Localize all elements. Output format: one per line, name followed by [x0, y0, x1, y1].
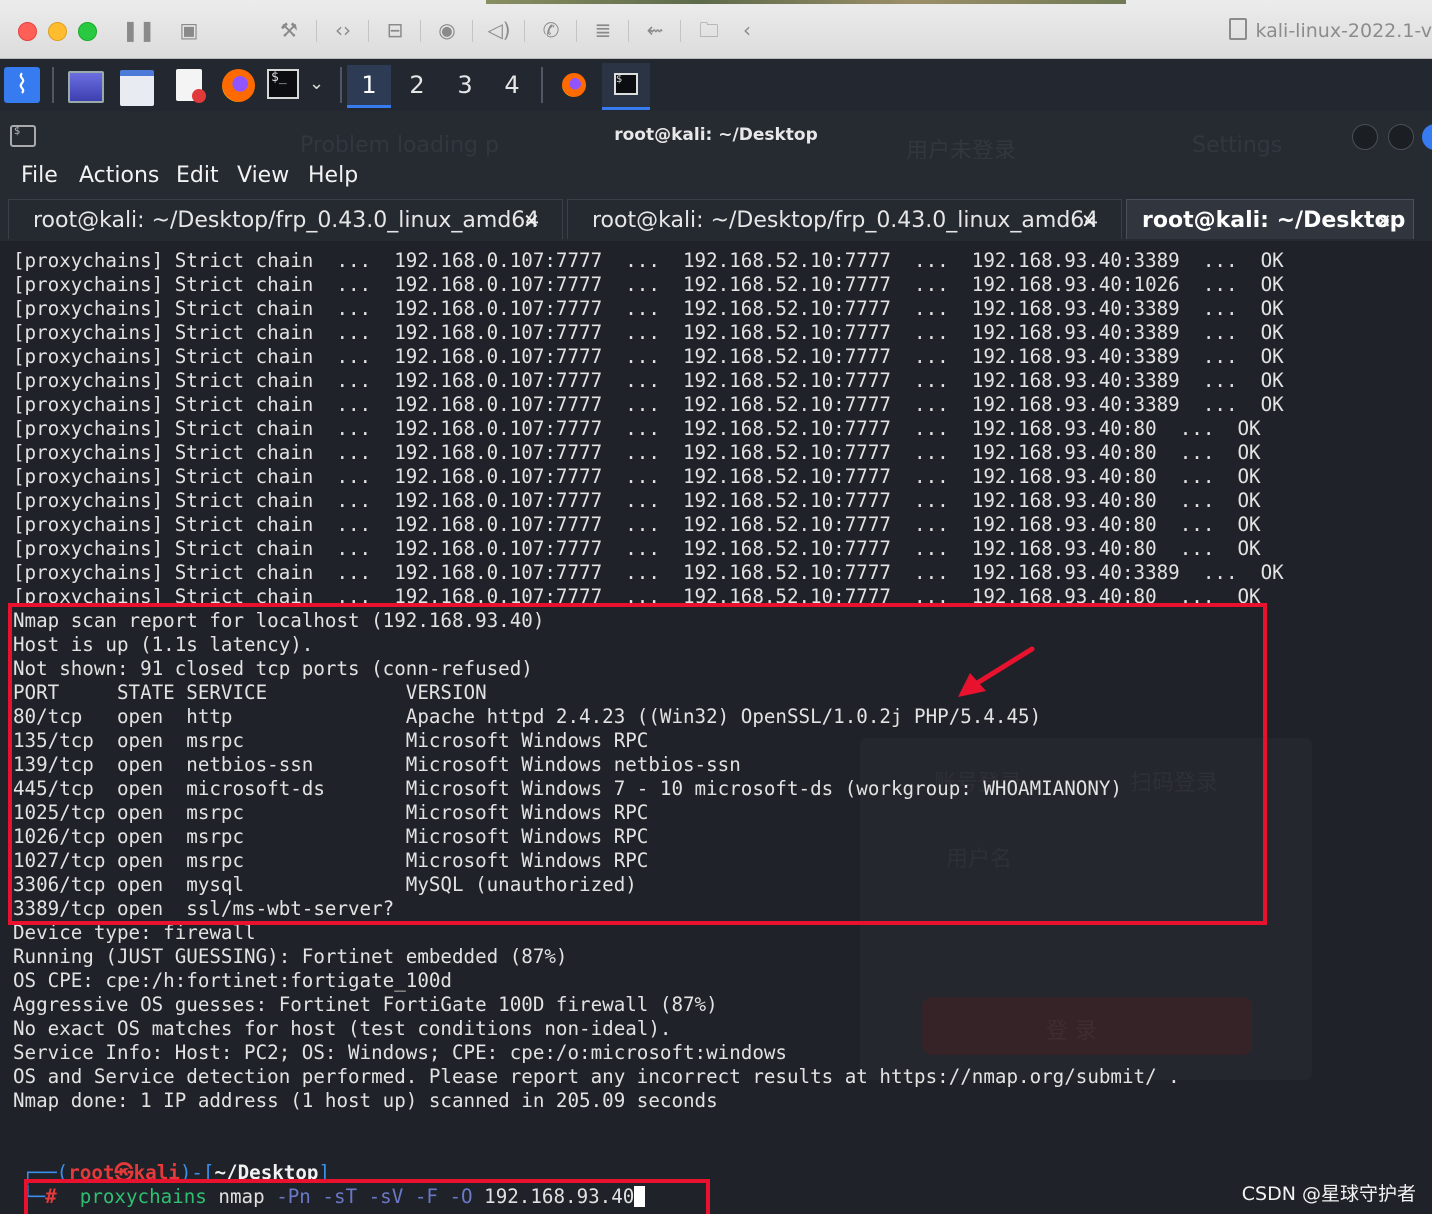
phone-icon[interactable]: ✆ [536, 17, 566, 43]
firefox-icon [562, 73, 586, 97]
maximize-button[interactable] [1388, 124, 1414, 150]
tab-bar: root@kali: ~/Desktop/frp_0.43.0_linux_am… [0, 195, 1432, 241]
os-line: OS and Service detection performed. Plea… [13, 1065, 1180, 1088]
os-line: No exact OS matches for host (test condi… [13, 1017, 672, 1040]
window-title: root@kali: ~/Desktop [614, 125, 818, 145]
tab-label: root@kali: ~/Desktop [1142, 208, 1406, 233]
background-photo-strip [486, 0, 1126, 4]
nmap-os-report: Device type: firewall Running (JUST GUESS… [13, 921, 1180, 1113]
zoom-window-button[interactable] [78, 22, 97, 41]
taskbar-terminal[interactable]: $ [602, 63, 650, 110]
menu-actions[interactable]: Actions [79, 163, 159, 188]
user-share-icon[interactable]: ◉ [432, 17, 462, 43]
proxychains-line: [proxychains] Strict chain ... 192.168.0… [13, 273, 1284, 296]
chevron-down-icon[interactable]: ⌄ [309, 73, 324, 94]
proxychains-line: [proxychains] Strict chain ... 192.168.0… [13, 513, 1261, 536]
speaker-icon[interactable]: ◁) [484, 17, 514, 43]
code-brackets-icon[interactable]: ‹› [328, 17, 358, 43]
menu-bar: File Actions Edit View Help [0, 159, 1432, 195]
proxychains-line: [proxychains] Strict chain ... 192.168.0… [13, 321, 1284, 344]
wrench-icon[interactable]: ⚒ [274, 17, 304, 43]
kali-panel: ⌇ $_ ⌄ 1 2 3 4 $ [0, 59, 1432, 112]
vm-title-text: kali-linux-2022.1-v [1255, 20, 1432, 42]
vm-title: kali-linux-2022.1-v [1229, 18, 1432, 42]
proxychains-line: [proxychains] Strict chain ... 192.168.0… [13, 537, 1261, 560]
text-editor-icon[interactable] [176, 69, 206, 103]
kali-menu-icon[interactable]: ⌇ [4, 67, 40, 103]
proxychains-output: [proxychains] Strict chain ... 192.168.0… [13, 249, 1284, 609]
terminal-titlebar: $ Problem loading p 用户未登录 Settings root@… [0, 111, 1432, 164]
menu-edit[interactable]: Edit [176, 163, 219, 188]
highlight-box-command [24, 1179, 710, 1214]
proxychains-line: [proxychains] Strict chain ... 192.168.0… [13, 369, 1284, 392]
os-line: OS CPE: cpe:/h:fortinet:fortigate_100d [13, 969, 452, 992]
document-icon [1229, 18, 1248, 40]
terminal-icon: $ [614, 73, 638, 95]
proxychains-line: [proxychains] Strict chain ... 192.168.0… [13, 465, 1261, 488]
terminal-output[interactable]: 账号登录 扫码登录 用户名 登 录 [proxychains] Strict c… [0, 241, 1432, 1214]
os-line: Aggressive OS guesses: Fortinet FortiGat… [13, 993, 718, 1016]
vm-toolbar: ❚❚ ▣ ⚒ ‹› ⊟ ◉ ◁) ✆ ≣ ⇜ 🗀 ‹ kali-linux-20… [0, 0, 1432, 59]
proxychains-line: [proxychains] Strict chain ... 192.168.0… [13, 489, 1261, 512]
taskbar-firefox[interactable] [550, 63, 598, 107]
os-line: Nmap done: 1 IP address (1 host up) scan… [13, 1089, 718, 1112]
chevron-left-icon[interactable]: ‹ [732, 17, 762, 43]
terminal-launcher-icon[interactable]: $_ [267, 69, 299, 99]
proxychains-line: [proxychains] Strict chain ... 192.168.0… [13, 345, 1284, 368]
proxychains-line: [proxychains] Strict chain ... 192.168.0… [13, 393, 1284, 416]
close-icon[interactable]: ✕ [523, 209, 540, 233]
tab-label: root@kali: ~/Desktop/frp_0.43.0_linux_am… [33, 208, 540, 233]
disk-icon[interactable]: ⊟ [380, 17, 410, 43]
shared-folder-icon[interactable]: 🗀 [694, 17, 724, 43]
red-arrow-icon [958, 646, 1035, 697]
tab-label: root@kali: ~/Desktop/frp_0.43.0_linux_am… [592, 208, 1099, 233]
os-line: Service Info: Host: PC2; OS: Windows; CP… [13, 1041, 787, 1064]
tab-frp-1[interactable]: root@kali: ~/Desktop/frp_0.43.0_linux_am… [8, 199, 563, 239]
proxychains-line: [proxychains] Strict chain ... 192.168.0… [13, 249, 1284, 272]
close-window-button[interactable] [18, 22, 37, 41]
file-manager-icon[interactable] [120, 70, 154, 106]
minimize-button[interactable] [1352, 124, 1378, 150]
menu-file[interactable]: File [21, 163, 58, 188]
workspace-1[interactable]: 1 [347, 65, 391, 108]
tab-desktop[interactable]: root@kali: ~/Desktop ✕ [1126, 199, 1414, 239]
storage-icon[interactable]: ≣ [588, 17, 618, 43]
menu-help[interactable]: Help [308, 163, 358, 188]
snapshot-icon[interactable]: ▣ [174, 17, 204, 43]
proxychains-line: [proxychains] Strict chain ... 192.168.0… [13, 561, 1284, 584]
menu-view[interactable]: View [237, 163, 289, 188]
os-line: Running (JUST GUESSING): Fortinet embedd… [13, 945, 568, 968]
tab-frp-2[interactable]: root@kali: ~/Desktop/frp_0.43.0_linux_am… [567, 199, 1122, 239]
proxychains-line: [proxychains] Strict chain ... 192.168.0… [13, 297, 1284, 320]
proxychains-line: [proxychains] Strict chain ... 192.168.0… [13, 417, 1261, 440]
close-icon[interactable]: ✕ [1081, 209, 1098, 233]
csdn-watermark: CSDN @星球守护者 [1241, 1183, 1416, 1205]
usb-icon[interactable]: ⇜ [640, 17, 670, 43]
show-desktop-icon[interactable] [68, 71, 104, 103]
pause-icon[interactable]: ❚❚ [122, 17, 156, 43]
firefox-icon[interactable] [222, 69, 255, 102]
workspace-3[interactable]: 3 [443, 65, 487, 105]
workspace-4[interactable]: 4 [490, 65, 534, 105]
highlight-box-report [8, 603, 1267, 925]
close-icon[interactable]: ✕ [1375, 209, 1392, 233]
workspace-2[interactable]: 2 [395, 65, 439, 105]
proxychains-line: [proxychains] Strict chain ... 192.168.0… [13, 441, 1261, 464]
minimize-window-button[interactable] [48, 22, 67, 41]
